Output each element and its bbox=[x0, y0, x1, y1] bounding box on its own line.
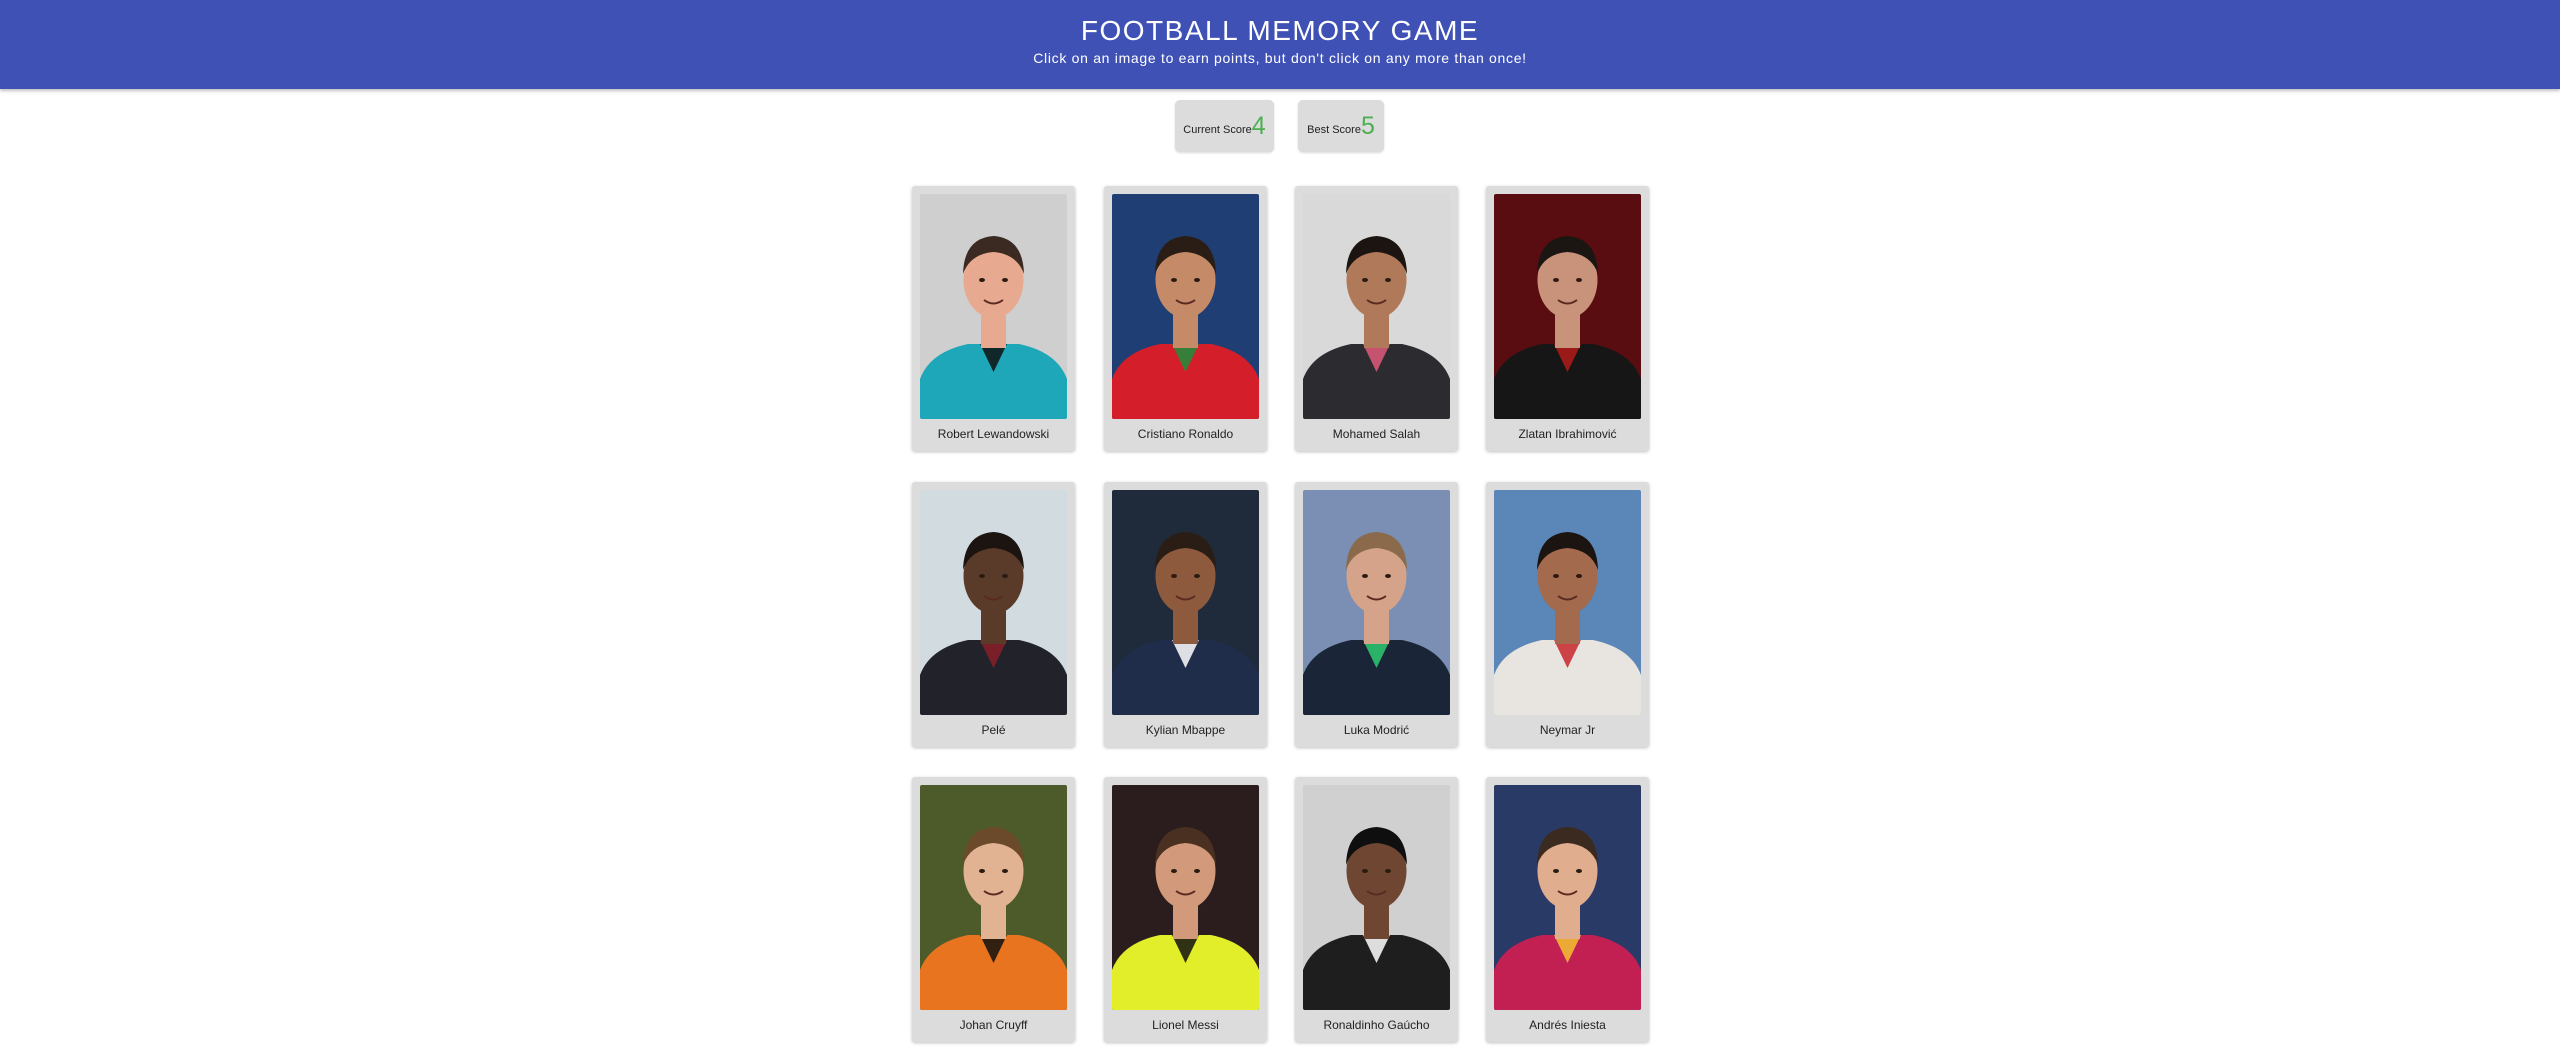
player-photo[interactable] bbox=[920, 194, 1067, 419]
player-card-luka-modric[interactable]: Luka Modrić bbox=[1295, 482, 1458, 747]
player-card-pele[interactable]: Pelé bbox=[912, 482, 1075, 747]
player-photo[interactable] bbox=[1494, 490, 1641, 715]
player-photo[interactable] bbox=[1303, 490, 1450, 715]
player-name: Luka Modrić bbox=[1343, 723, 1410, 737]
player-name: Ronaldinho Gaúcho bbox=[1323, 1018, 1430, 1032]
player-photo[interactable] bbox=[1303, 785, 1450, 1010]
player-name: Robert Lewandowski bbox=[937, 427, 1050, 441]
player-card-cristiano-ronaldo[interactable]: Cristiano Ronaldo bbox=[1104, 186, 1267, 451]
player-name: Neymar Jr bbox=[1539, 723, 1596, 737]
player-card-kylian-mbappe[interactable]: Kylian Mbappe bbox=[1104, 482, 1267, 747]
player-card-mohamed-salah[interactable]: Mohamed Salah bbox=[1295, 186, 1458, 451]
player-photo[interactable] bbox=[1112, 490, 1259, 715]
player-photo[interactable] bbox=[1494, 194, 1641, 419]
player-photo[interactable] bbox=[920, 785, 1067, 1010]
player-photo[interactable] bbox=[1112, 785, 1259, 1010]
player-photo[interactable] bbox=[1303, 194, 1450, 419]
player-name: Cristiano Ronaldo bbox=[1137, 427, 1234, 441]
player-photo[interactable] bbox=[1494, 785, 1641, 1010]
player-photo[interactable] bbox=[1112, 194, 1259, 419]
player-name: Mohamed Salah bbox=[1332, 427, 1421, 441]
player-card-neymar-jr[interactable]: Neymar Jr bbox=[1486, 482, 1649, 747]
player-name: Andrés Iniesta bbox=[1529, 1018, 1606, 1032]
player-card-johan-cruyff[interactable]: Johan Cruyff bbox=[912, 777, 1075, 1042]
card-grid: Robert Lewandowski Cristiano Ronaldo Moham… bbox=[0, 0, 2560, 1050]
player-card-robert-lewandowski[interactable]: Robert Lewandowski bbox=[912, 186, 1075, 451]
player-name: Lionel Messi bbox=[1152, 1018, 1219, 1032]
player-name: Pelé bbox=[981, 723, 1006, 737]
player-name: Kylian Mbappe bbox=[1145, 723, 1226, 737]
player-card-zlatan-ibrahimovic[interactable]: Zlatan Ibrahimović bbox=[1486, 186, 1649, 451]
player-card-andres-iniesta[interactable]: Andrés Iniesta bbox=[1486, 777, 1649, 1042]
player-name: Zlatan Ibrahimović bbox=[1518, 427, 1617, 441]
player-name: Johan Cruyff bbox=[959, 1018, 1028, 1032]
player-card-lionel-messi[interactable]: Lionel Messi bbox=[1104, 777, 1267, 1042]
player-card-ronaldinho-gaucho[interactable]: Ronaldinho Gaúcho bbox=[1295, 777, 1458, 1042]
player-photo[interactable] bbox=[920, 490, 1067, 715]
